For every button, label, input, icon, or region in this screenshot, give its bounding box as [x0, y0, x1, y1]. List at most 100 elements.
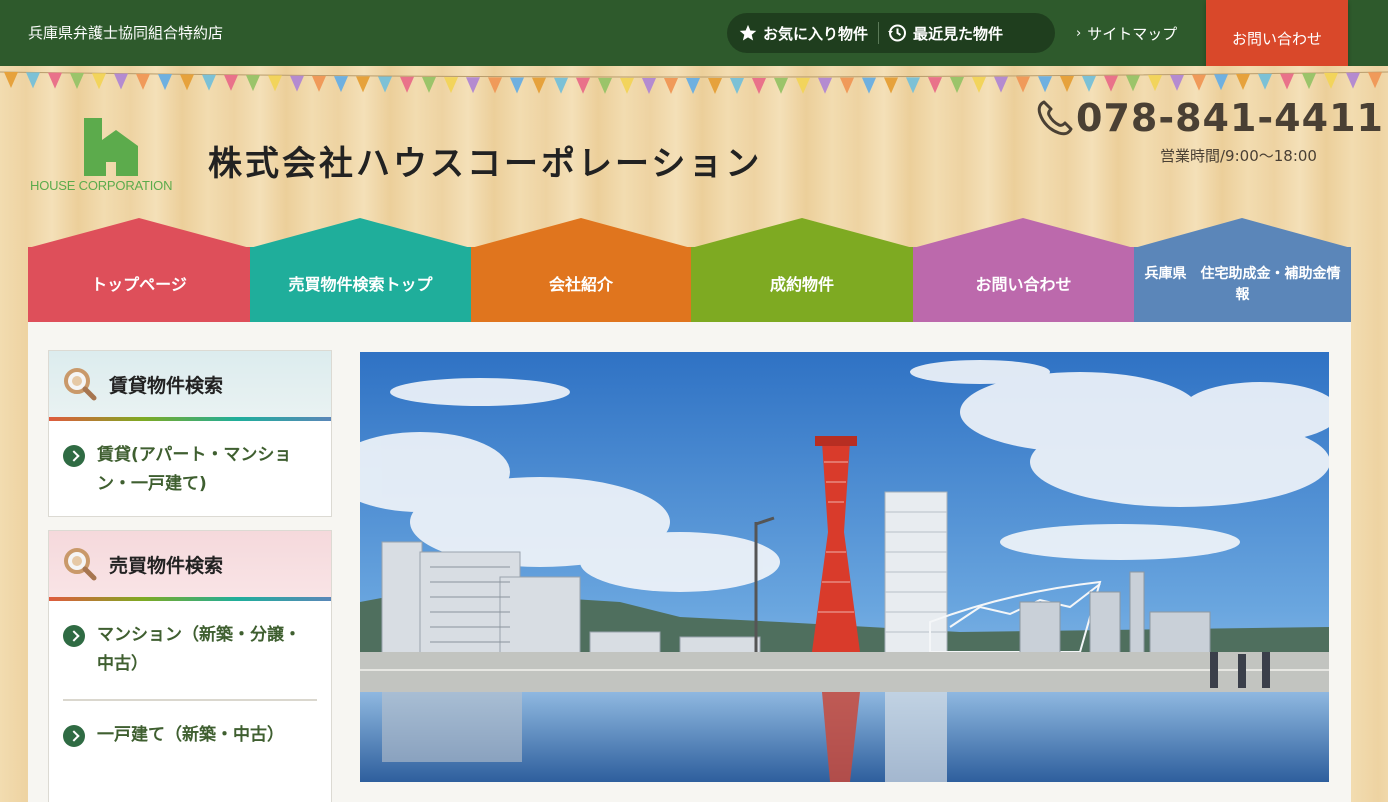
nav-contact[interactable]: お問い合わせ [913, 218, 1134, 322]
main-nav: トップページ 売買物件検索トップ 会社紹介 成約物件 お問い合わせ 兵庫県 住宅… [28, 218, 1351, 322]
nav-roof [691, 218, 913, 248]
nav-label: 成約物件 [691, 247, 913, 322]
bunting-flag [70, 72, 84, 89]
mansion-link[interactable]: マンション（新築・分譲・中古） [49, 601, 331, 699]
bunting-flag [708, 77, 722, 94]
nav-label: お問い合わせ [913, 247, 1134, 322]
bunting-flag [1214, 74, 1228, 91]
bunting-flag [598, 77, 612, 94]
sale-search-title: 売買物件検索 [109, 554, 224, 577]
bunting-flag [818, 77, 832, 94]
bunting-flag [620, 77, 634, 94]
bunting-flag [1060, 76, 1074, 93]
magnifier-icon [64, 548, 97, 581]
bunting-flag [884, 77, 898, 94]
nav-label: 売買物件検索トップ [250, 247, 471, 322]
bunting-flag [356, 76, 370, 93]
bunting-flag [928, 77, 942, 94]
bunting-flag [444, 77, 458, 94]
bunting-flag [158, 74, 172, 91]
bunting-flag [840, 77, 854, 94]
house-link-label: 一戸建て（新築・中古） [97, 725, 284, 745]
rental-link-label: 賃貸(アパート・マンション・一戸建て) [97, 445, 292, 494]
bunting-decoration [0, 71, 1388, 94]
nav-subsidy[interactable]: 兵庫県 住宅助成金・補助金情報 [1134, 218, 1351, 322]
company-name: 株式会社ハウスコーポレーション [208, 144, 763, 184]
rental-link[interactable]: 賃貸(アパート・マンション・一戸建て) [49, 421, 331, 519]
nav-company[interactable]: 会社紹介 [471, 218, 691, 322]
arrow-right-icon [63, 625, 85, 647]
bunting-flag [378, 76, 392, 93]
bunting-flag [1258, 73, 1272, 90]
tagline: 兵庫県弁護士協同組合特約店 [28, 24, 224, 42]
favorites-label: お気に入り物件 [763, 24, 869, 43]
phone-icon [1037, 100, 1073, 136]
phone-block: 078-841-4411 [1032, 96, 1384, 140]
bunting-flag [1104, 75, 1118, 92]
nav-roof [913, 218, 1134, 248]
bunting-flag [1236, 74, 1250, 91]
bunting-flag [180, 74, 194, 91]
magnifier-icon [64, 368, 97, 401]
rental-search-header: 賃貸物件検索 [49, 351, 331, 421]
bunting-flag [950, 77, 964, 94]
bunting-flag [334, 76, 348, 93]
bunting-flag [510, 77, 524, 94]
bunting-flag [1368, 72, 1382, 89]
sale-search-header: 売買物件検索 [49, 531, 331, 601]
contact-label: お問い合わせ [1231, 30, 1322, 48]
nav-roof [1134, 218, 1351, 248]
favorites-link[interactable]: お気に入り物件 [727, 23, 868, 44]
house-link[interactable]: 一戸建て（新築・中古） [49, 701, 331, 770]
bunting-flag [576, 77, 590, 94]
bunting-flag [136, 73, 150, 90]
nav-roof [471, 218, 691, 248]
rental-search-box: 賃貸物件検索 賃貸(アパート・マンション・一戸建て) [48, 350, 332, 517]
bunting-flag [114, 73, 128, 90]
bunting-flag [994, 76, 1008, 93]
bunting-flag [796, 77, 810, 94]
phone-number: 078-841-4411 [1076, 96, 1384, 140]
sitemap-label: サイトマップ [1087, 25, 1178, 43]
top-bar: 兵庫県弁護士協同組合特約店 お気に入り物件 最近見た物件 › サイトマップ [0, 0, 1388, 66]
quick-links: お気に入り物件 最近見た物件 [727, 13, 1055, 53]
bunting-flag [1302, 73, 1316, 90]
history-icon [888, 24, 907, 42]
bunting-flag [1280, 73, 1294, 90]
bunting-flag [906, 77, 920, 94]
bunting-flag [1148, 75, 1162, 92]
bunting-flag [664, 77, 678, 94]
nav-label: 会社紹介 [471, 247, 691, 322]
recent-link[interactable]: 最近見た物件 [879, 23, 1003, 44]
nav-label: 兵庫県 住宅助成金・補助金情報 [1134, 247, 1351, 322]
bunting-flag [972, 76, 986, 93]
star-icon [739, 24, 757, 41]
bunting-flag [290, 75, 304, 92]
nav-sold[interactable]: 成約物件 [691, 218, 913, 322]
rental-search-title: 賃貸物件検索 [109, 374, 224, 397]
bunting-flag [1016, 76, 1030, 93]
bunting-flag [400, 76, 414, 93]
bunting-flag [92, 73, 106, 90]
bunting-flag [246, 75, 260, 92]
bunting-flag [1038, 76, 1052, 93]
bunting-flag [312, 75, 326, 92]
sale-search-box: 売買物件検索 マンション（新築・分譲・中古） 一戸建て（新築・中古） [48, 530, 332, 802]
arrow-right-icon [63, 725, 85, 747]
sitemap-link[interactable]: › サイトマップ [1076, 23, 1177, 44]
nav-top-page[interactable]: トップページ [28, 218, 250, 322]
business-hours: 営業時間/9:00〜18:00 [1160, 147, 1317, 165]
bunting-flag [26, 72, 40, 89]
nav-roof [250, 218, 471, 248]
bunting-flag [532, 77, 546, 94]
bunting-flag [686, 77, 700, 94]
bunting-flag [488, 77, 502, 94]
bunting-flag [466, 77, 480, 94]
nav-sale-search[interactable]: 売買物件検索トップ [250, 218, 471, 322]
chevron-right-icon: › [1076, 26, 1082, 41]
hero-image [360, 352, 1329, 782]
bunting-flag [730, 77, 744, 94]
nav-label: トップページ [28, 247, 250, 322]
bunting-flag [1126, 75, 1140, 92]
bunting-flag [1192, 74, 1206, 91]
